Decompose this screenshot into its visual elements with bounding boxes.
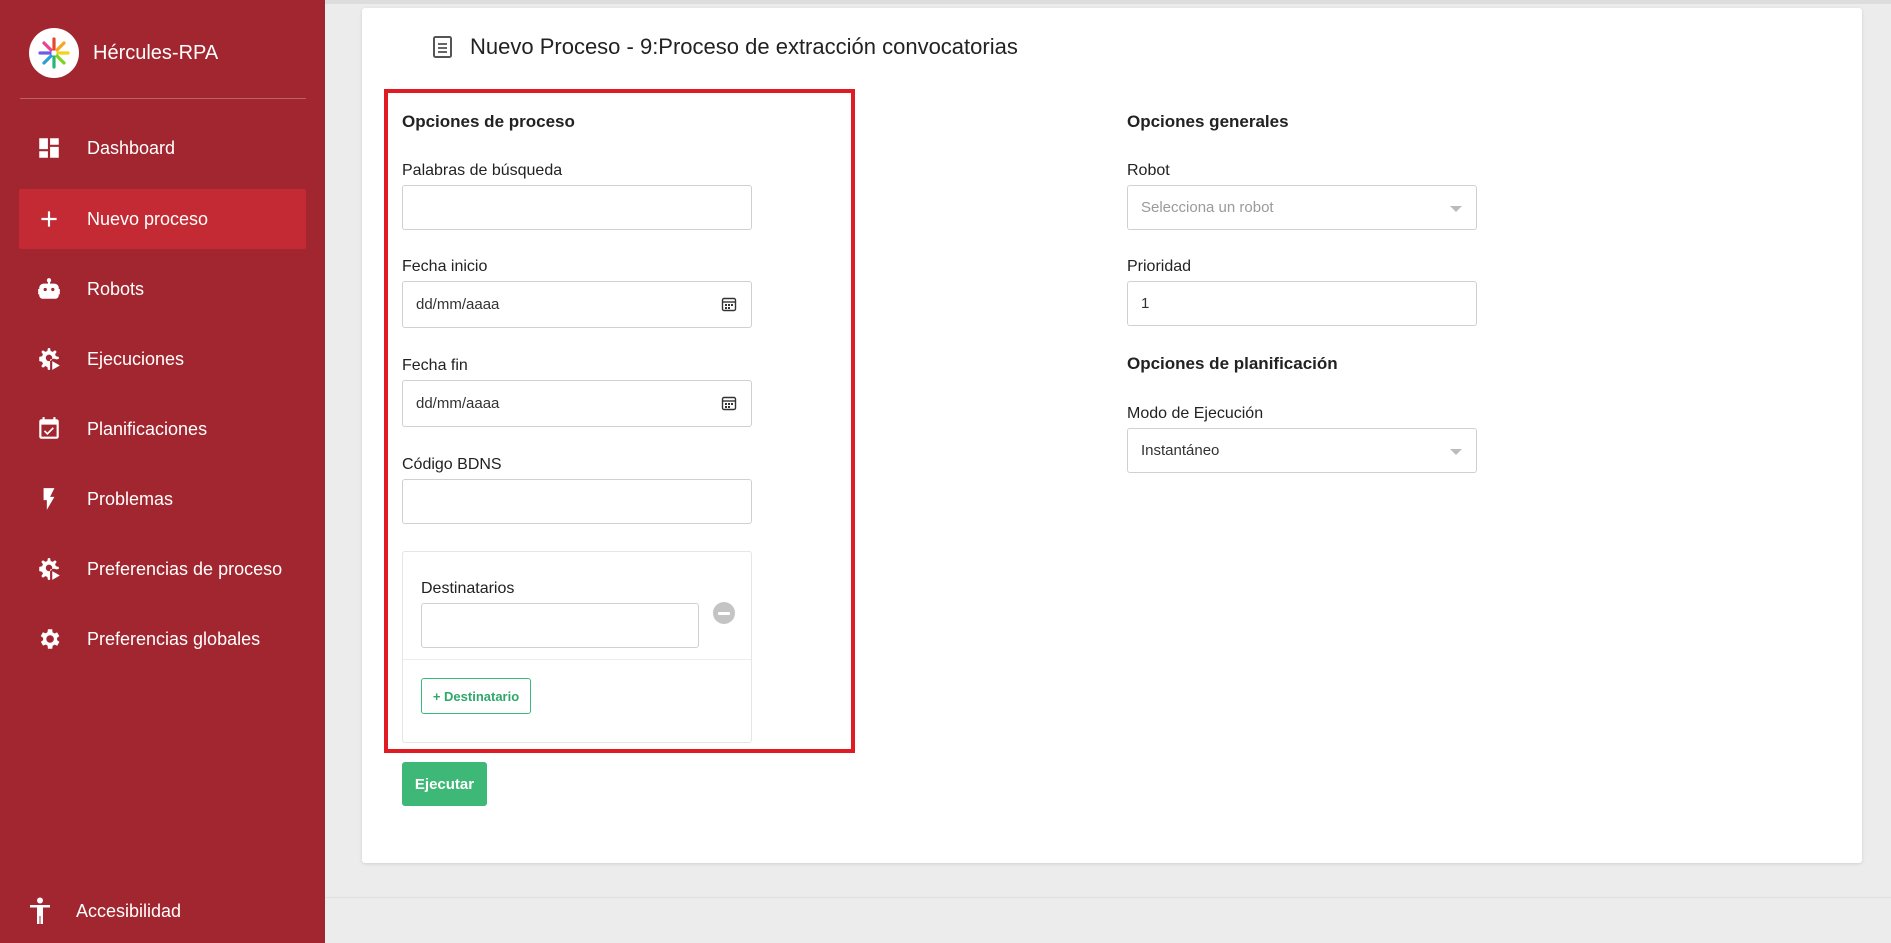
recipients-panel: Destinatarios + Destinatario (402, 551, 752, 743)
gear-play-icon (35, 345, 63, 373)
execution-mode-value: Instantáneo (1141, 442, 1220, 459)
gear-play-icon (35, 555, 63, 583)
robot-icon (35, 275, 63, 303)
sidebar-item-label: Preferencias de proceso (87, 558, 283, 579)
end-date-value: dd/mm/aaaa (416, 395, 500, 412)
start-date-input[interactable]: dd/mm/aaaa (402, 281, 752, 328)
footer-divider (325, 897, 1891, 898)
general-options-title: Opciones generales (1127, 112, 1289, 131)
sidebar-item-problemas[interactable]: Problemas (19, 469, 306, 529)
sidebar-item-label: Nuevo proceso (87, 208, 209, 229)
recipient-input[interactable] (421, 603, 699, 648)
start-date-value: dd/mm/aaaa (416, 296, 500, 313)
minus-icon (718, 611, 730, 615)
sidebar-item-label: Ejecuciones (87, 348, 185, 369)
brand[interactable]: Hércules-RPA (29, 28, 218, 78)
sidebar-item-label: Problemas (87, 488, 174, 509)
end-date-label: Fecha fin (402, 357, 468, 374)
robot-label: Robot (1127, 162, 1170, 179)
priority-label: Prioridad (1127, 258, 1192, 275)
recipients-label: Destinatarios (421, 580, 515, 597)
chevron-down-icon (1450, 206, 1462, 212)
page-title-text: Nuevo Proceso - 9:Proceso de extracción … (470, 34, 1018, 59)
chevron-down-icon (1450, 449, 1462, 455)
app-logo (29, 28, 79, 78)
process-options-title: Opciones de proceso (402, 112, 575, 131)
sidebar-item-robots[interactable]: Robots (19, 259, 306, 319)
sidebar-item-planificaciones[interactable]: Planificaciones (19, 399, 306, 459)
calendar-icon[interactable] (721, 296, 737, 312)
search-words-input[interactable] (402, 185, 752, 230)
plus-icon (35, 205, 63, 233)
end-date-input[interactable]: dd/mm/aaaa (402, 380, 752, 427)
sidebar-item-label: Planificaciones (87, 418, 208, 439)
robot-select[interactable]: Selecciona un robot (1127, 185, 1477, 230)
run-button[interactable]: Ejecutar (402, 762, 487, 806)
priority-input[interactable]: 1 (1127, 281, 1477, 326)
remove-recipient-button[interactable] (713, 602, 735, 624)
app-name: Hércules-RPA (93, 41, 219, 64)
accessibility-button[interactable]: Accesibilidad (28, 897, 181, 925)
accessibility-icon (30, 897, 50, 924)
lightning-icon (35, 485, 63, 513)
sidebar-divider (20, 98, 306, 99)
start-date-label: Fecha inicio (402, 258, 488, 275)
recipients-divider (403, 659, 751, 660)
search-words-label: Palabras de búsqueda (402, 162, 563, 179)
execution-mode-label: Modo de Ejecución (1127, 405, 1264, 422)
add-recipient-button[interactable]: + Destinatario (421, 678, 531, 714)
planning-options-title: Opciones de planificación (1127, 354, 1338, 373)
sidebar-item-preferencias-proceso[interactable]: Preferencias de proceso (19, 539, 306, 599)
sidebar-item-label: Preferencias globales (87, 628, 261, 649)
page-title: Nuevo Proceso - 9:Proceso de extracción … (432, 34, 1018, 60)
calendar-icon[interactable] (721, 395, 737, 411)
gear-icon (35, 625, 63, 653)
sidebar-item-ejecuciones[interactable]: Ejecuciones (19, 329, 306, 389)
accessibility-label: Accesibilidad (76, 900, 182, 921)
robot-select-placeholder: Selecciona un robot (1141, 199, 1274, 216)
sidebar-item-nuevo-proceso[interactable]: Nuevo proceso (19, 189, 306, 249)
bdns-code-input[interactable] (402, 479, 752, 524)
bdns-code-label: Código BDNS (402, 456, 502, 473)
sidebar-item-label: Robots (87, 278, 145, 299)
document-icon (433, 36, 452, 58)
sidebar-item-label: Dashboard (87, 137, 176, 158)
sidebar: Hércules-RPA Dashboard Nuevo proceso Rob… (0, 0, 325, 943)
execution-mode-select[interactable]: Instantáneo (1127, 428, 1477, 473)
sidebar-item-preferencias-globales[interactable]: Preferencias globales (19, 609, 306, 669)
sidebar-item-dashboard[interactable]: Dashboard (19, 118, 306, 178)
calendar-check-icon (35, 415, 63, 443)
new-process-card: Nuevo Proceso - 9:Proceso de extracción … (362, 8, 1862, 863)
dashboard-icon (35, 134, 63, 162)
top-strip (325, 0, 1891, 4)
